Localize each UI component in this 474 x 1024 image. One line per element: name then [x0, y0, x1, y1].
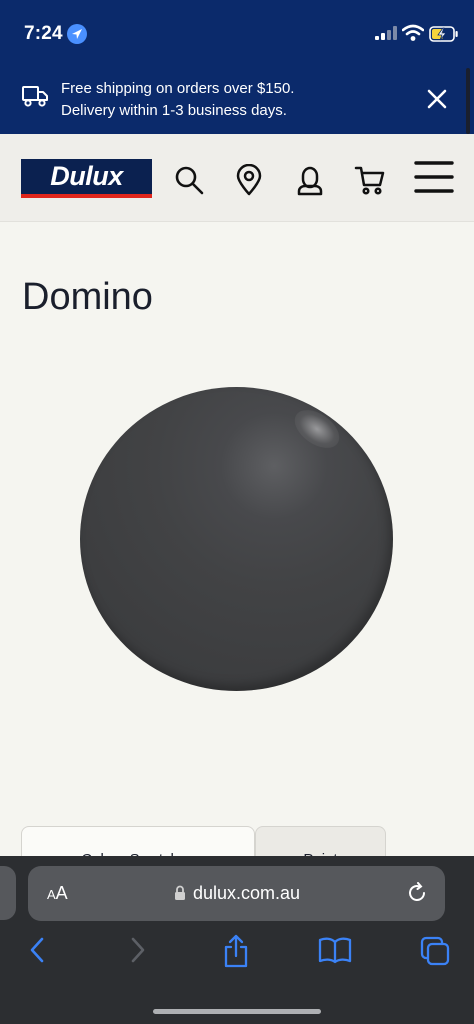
- address-bar[interactable]: AA dulux.com.au: [28, 866, 445, 921]
- tabs-icon[interactable]: [420, 936, 450, 971]
- promo-text: Free shipping on orders over $150. Deliv…: [61, 78, 294, 122]
- home-indicator: [153, 1009, 321, 1014]
- hamburger-menu-icon[interactable]: [414, 160, 454, 199]
- browser-toolbar: AA dulux.com.au: [0, 856, 474, 1024]
- close-icon[interactable]: [426, 88, 448, 115]
- location-arrow-icon: [67, 24, 87, 44]
- store-locator-icon[interactable]: [235, 163, 263, 201]
- colour-swatch-circle: [80, 387, 393, 691]
- site-header: Dulux: [0, 134, 474, 222]
- search-icon[interactable]: [173, 164, 205, 201]
- back-icon[interactable]: [27, 936, 47, 969]
- reader-settings-button[interactable]: AA: [47, 883, 68, 904]
- dulux-logo[interactable]: Dulux: [21, 159, 152, 198]
- status-bar: 7:24: [0, 0, 474, 62]
- battery-charging-icon: [429, 26, 459, 47]
- cellular-signal-icon: [375, 26, 397, 45]
- wifi-icon: [401, 24, 425, 47]
- account-icon[interactable]: [296, 164, 324, 201]
- promo-scrollbar: [466, 68, 470, 134]
- cart-icon[interactable]: [354, 164, 386, 201]
- share-icon[interactable]: [222, 934, 250, 973]
- status-time: 7:24: [24, 23, 63, 44]
- bookmarks-icon[interactable]: [318, 936, 352, 969]
- colour-title: Domino: [22, 276, 153, 318]
- promo-banner: Free shipping on orders over $150. Deliv…: [0, 62, 474, 134]
- url-text: dulux.com.au: [193, 883, 301, 903]
- delivery-truck-icon: [21, 84, 49, 113]
- lock-icon: [174, 885, 186, 906]
- promo-line-delivery: Delivery within 1-3 business days.: [61, 102, 287, 119]
- previous-tab-pill[interactable]: [0, 866, 16, 920]
- page: 7:24 Free shipping on orders over $150. …: [0, 0, 474, 1024]
- reload-icon[interactable]: [406, 882, 428, 909]
- promo-line-shipping: Free shipping on orders over $150.: [61, 80, 295, 97]
- forward-icon[interactable]: [128, 936, 148, 969]
